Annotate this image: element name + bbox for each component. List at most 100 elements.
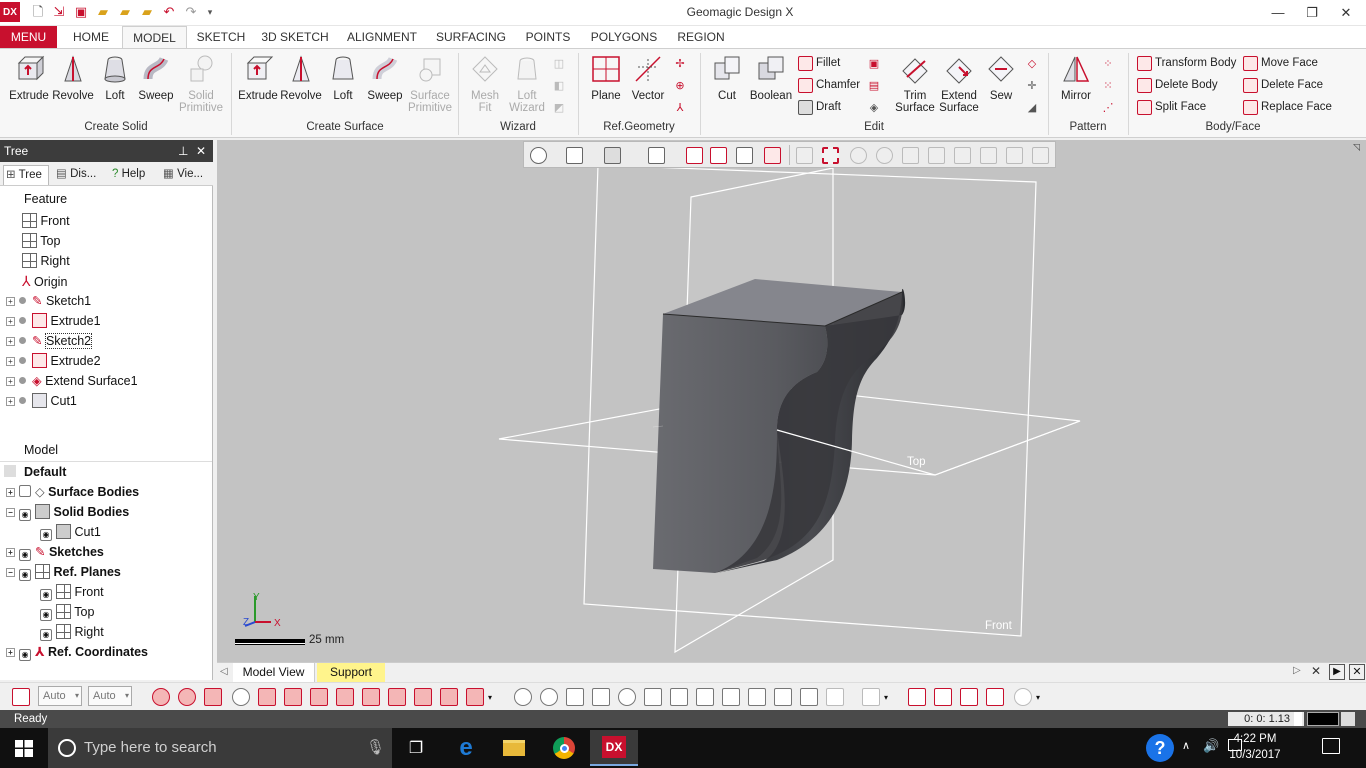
split-face-button[interactable]: Split Face — [1137, 97, 1206, 117]
view-top-icon[interactable] — [670, 688, 688, 706]
view-fit-icon[interactable] — [514, 688, 532, 706]
view-bottom-icon[interactable] — [696, 688, 714, 706]
eye-icon[interactable]: ◉ — [19, 549, 31, 561]
tab-alignment[interactable]: ALIGNMENT — [340, 26, 424, 48]
vector-button[interactable]: Vector — [628, 53, 668, 102]
extend-surface-button[interactable]: Extend Surface — [936, 53, 982, 114]
edit-small-icon-4[interactable]: ◇ — [1025, 57, 1039, 71]
measure-radius-icon[interactable] — [960, 688, 978, 706]
3d-scene[interactable] — [217, 140, 1366, 662]
tab-model[interactable]: MODEL — [122, 26, 187, 49]
export-icon[interactable]: ▰ — [139, 4, 155, 20]
rectangle-select-icon[interactable] — [822, 147, 839, 164]
solid-extrude-button[interactable]: Extrude — [6, 53, 52, 102]
filter-vertex-icon[interactable] — [310, 688, 328, 706]
tab-sketch[interactable]: SKETCH — [190, 26, 252, 48]
notifications-icon[interactable] — [1322, 738, 1340, 754]
show-hide-icon[interactable] — [764, 147, 781, 164]
surface-sweep-button[interactable]: Sweep — [364, 53, 406, 102]
axis-small-icon[interactable]: ⅄ — [673, 101, 687, 115]
auto-select-1[interactable]: Auto ▾ — [38, 686, 82, 706]
task-view-icon[interactable]: ❐ — [392, 732, 440, 764]
filter-dropdown-icon[interactable]: ▾ — [488, 693, 492, 702]
tree-item-solid-bodies[interactable]: − ◉ Solid Bodies — [0, 502, 212, 522]
boolean-button[interactable]: Boolean — [748, 53, 794, 102]
close-button[interactable]: ✕ — [1326, 3, 1366, 23]
eye-icon[interactable]: ◉ — [40, 629, 52, 641]
tree-item-cut1[interactable]: + Cut1 — [0, 391, 212, 411]
selection-filter-icon[interactable] — [12, 688, 30, 706]
freeform-select-icon[interactable] — [928, 147, 945, 164]
expand-icon[interactable]: + — [6, 337, 15, 346]
edge-browser-icon[interactable]: e — [442, 732, 490, 764]
surface-revolve-button[interactable]: Revolve — [280, 53, 322, 102]
transform-body-button[interactable]: Transform Body — [1137, 53, 1236, 73]
circle-select-2-icon[interactable] — [876, 147, 893, 164]
layers-icon[interactable] — [862, 688, 880, 706]
tray-chevron-icon[interactable]: ∧ — [1182, 739, 1190, 752]
filter-point-icon[interactable] — [440, 688, 458, 706]
tree-item-sketches[interactable]: + ◉ ✎ Sketches — [0, 542, 212, 562]
tab-close-icon[interactable]: ✕ — [1311, 664, 1321, 678]
solid-loft-button[interactable]: Loft — [98, 53, 132, 102]
delete-face-button[interactable]: Delete Face — [1243, 75, 1323, 95]
view-front-icon[interactable] — [566, 688, 584, 706]
tab-menu-icon[interactable]: ▶ — [1329, 664, 1345, 680]
mirror-button[interactable]: Mirror — [1056, 53, 1096, 102]
curve-pattern-icon[interactable]: ⋰ — [1101, 101, 1115, 115]
measure-angle-icon[interactable] — [934, 688, 952, 706]
tab-points[interactable]: POINTS — [520, 26, 576, 48]
tree-item-top[interactable]: Top — [0, 231, 212, 251]
measure-distance-icon[interactable] — [908, 688, 926, 706]
cut-button[interactable]: Cut — [708, 53, 746, 102]
paint-brush-icon[interactable] — [954, 147, 971, 164]
edit-small-icon-5[interactable]: ✛ — [1025, 79, 1039, 93]
split-view-icon[interactable] — [736, 147, 753, 164]
volume-icon[interactable]: 🔊 — [1203, 738, 1219, 754]
windows-start-icon[interactable] — [15, 740, 33, 757]
eye-icon[interactable]: ◉ — [40, 589, 52, 601]
tree-item-origin[interactable]: ⅄ Origin — [0, 271, 212, 291]
tab-view[interactable]: ▦ Vie... — [161, 165, 211, 185]
clip-plane-2-icon[interactable] — [710, 147, 727, 164]
edit-small-icon-1[interactable]: ▣ — [867, 57, 881, 71]
fillet-button[interactable]: Fillet — [798, 53, 840, 73]
tree-item-right[interactable]: Right — [0, 251, 212, 271]
measure-section-icon[interactable] — [986, 688, 1004, 706]
tab-help[interactable]: ? Help — [110, 165, 160, 185]
eye-icon[interactable]: ◉ — [40, 609, 52, 621]
tree-item-surface-bodies[interactable]: + ◇ Surface Bodies — [0, 482, 212, 502]
render-mode-icon[interactable] — [604, 147, 621, 164]
panel-close-icon[interactable]: ✕ — [196, 140, 206, 162]
wizard-small-icon-3[interactable]: ◩ — [552, 101, 566, 115]
filter-coordinate-icon[interactable] — [466, 688, 484, 706]
filter-body-icon[interactable] — [232, 688, 250, 706]
expand-icon[interactable]: + — [6, 648, 15, 657]
tree-item-sketch2[interactable]: + ✎ Sketch2 — [0, 331, 212, 351]
circular-pattern-icon[interactable]: ⁙ — [1101, 79, 1115, 93]
visible-select-icon[interactable] — [1032, 147, 1049, 164]
eye-icon[interactable]: ◉ — [40, 529, 52, 541]
filter-sketch-entity-icon[interactable] — [362, 688, 380, 706]
circle-select-icon[interactable] — [850, 147, 867, 164]
solid-revolve-button[interactable]: Revolve — [52, 53, 94, 102]
view-left-icon[interactable] — [618, 688, 636, 706]
file-explorer-icon[interactable] — [490, 732, 538, 764]
layers-dropdown-icon[interactable]: ▾ — [884, 693, 888, 702]
collapse-icon[interactable]: − — [6, 568, 15, 577]
open-folder-icon[interactable]: ▰ — [117, 4, 133, 20]
expand-icon[interactable]: + — [6, 317, 15, 326]
wizard-small-icon-2[interactable]: ◧ — [552, 79, 566, 93]
sew-button[interactable]: Sew — [984, 53, 1018, 102]
eye-icon[interactable]: ◉ — [19, 649, 31, 661]
tab-support[interactable]: Support — [317, 663, 385, 682]
import-icon[interactable]: ▰ — [95, 4, 111, 20]
eye-icon[interactable]: ◉ — [19, 509, 31, 521]
tree-item-ref-planes[interactable]: − ◉ Ref. Planes — [0, 562, 212, 582]
loft-wizard-button[interactable]: Loft Wizard — [506, 53, 548, 114]
tree-item-sketch1[interactable]: + ✎ Sketch1 — [0, 291, 212, 311]
tree-item-plane-right[interactable]: ◉ Right — [0, 622, 212, 642]
delete-body-button[interactable]: Delete Body — [1137, 75, 1218, 95]
filter-plane-icon[interactable] — [388, 688, 406, 706]
draft-button[interactable]: Draft — [798, 97, 841, 117]
